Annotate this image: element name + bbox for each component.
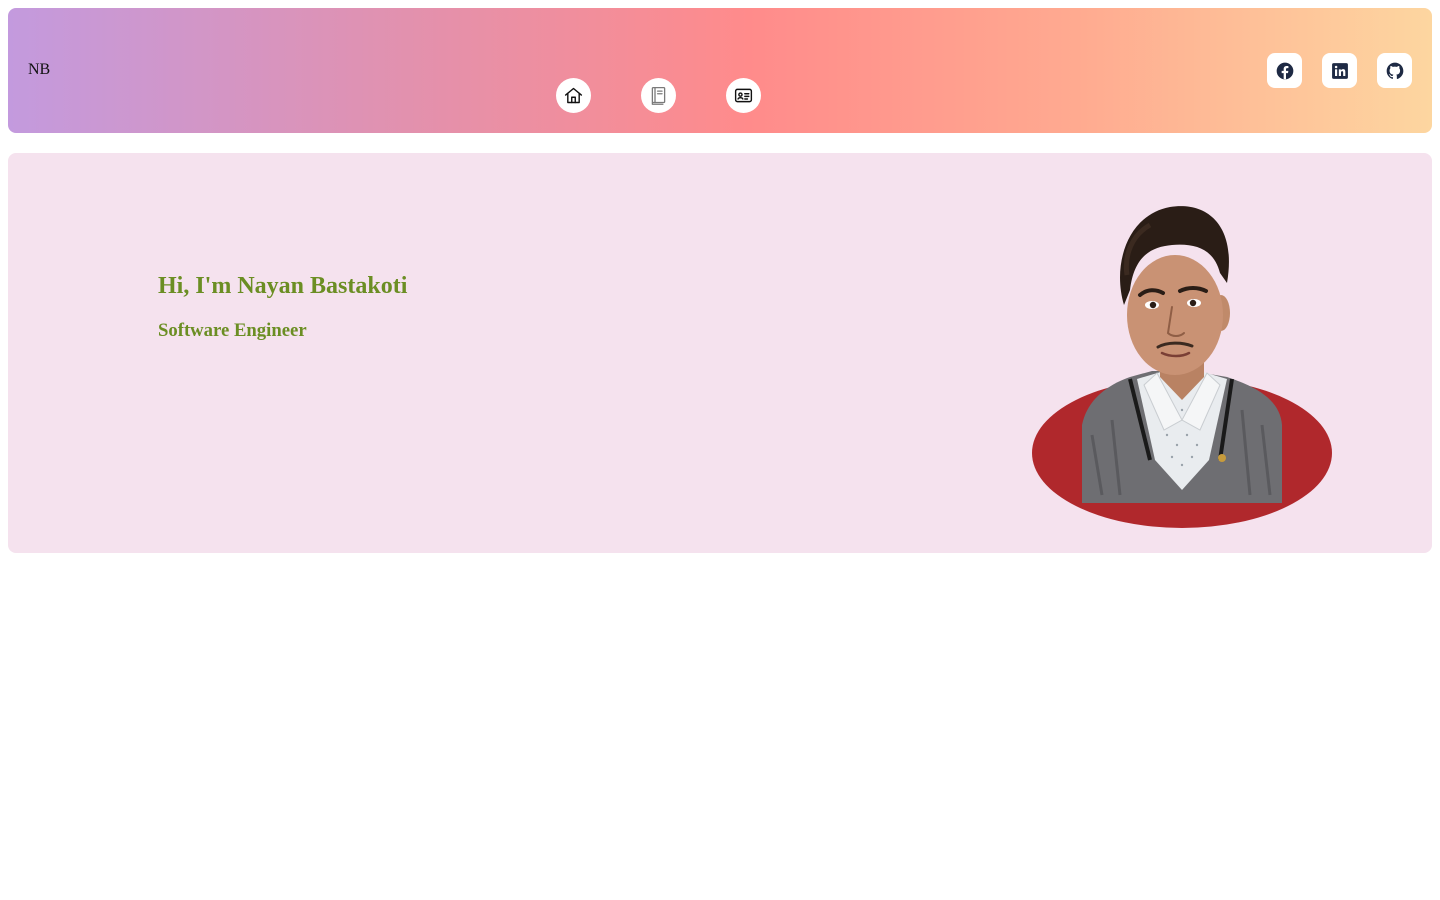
book-icon <box>651 86 666 105</box>
nav-contact-button[interactable] <box>726 78 761 113</box>
hero-role: Software Engineer <box>158 320 307 341</box>
facebook-link[interactable] <box>1267 53 1302 88</box>
facebook-icon <box>1276 62 1293 79</box>
hero-section: Hi, I'm Nayan Bastakoti Software Enginee… <box>8 153 1432 553</box>
id-card-icon <box>734 88 753 103</box>
hero-greeting: Hi, I'm Nayan Bastakoti <box>158 273 408 299</box>
top-header: NB <box>8 8 1432 133</box>
linkedin-icon <box>1331 62 1348 79</box>
github-link[interactable] <box>1377 53 1412 88</box>
profile-portrait <box>1032 206 1332 528</box>
linkedin-link[interactable] <box>1322 53 1357 88</box>
main-nav <box>556 78 761 113</box>
logo-text[interactable]: NB <box>28 60 50 80</box>
page: NB Hi, I'm Nayan Bastakoti Software Engi… <box>0 0 1440 900</box>
nav-blog-button[interactable] <box>641 78 676 113</box>
social-links <box>1267 53 1412 88</box>
nav-home-button[interactable] <box>556 78 591 113</box>
github-icon <box>1386 62 1403 79</box>
home-icon <box>564 87 583 104</box>
